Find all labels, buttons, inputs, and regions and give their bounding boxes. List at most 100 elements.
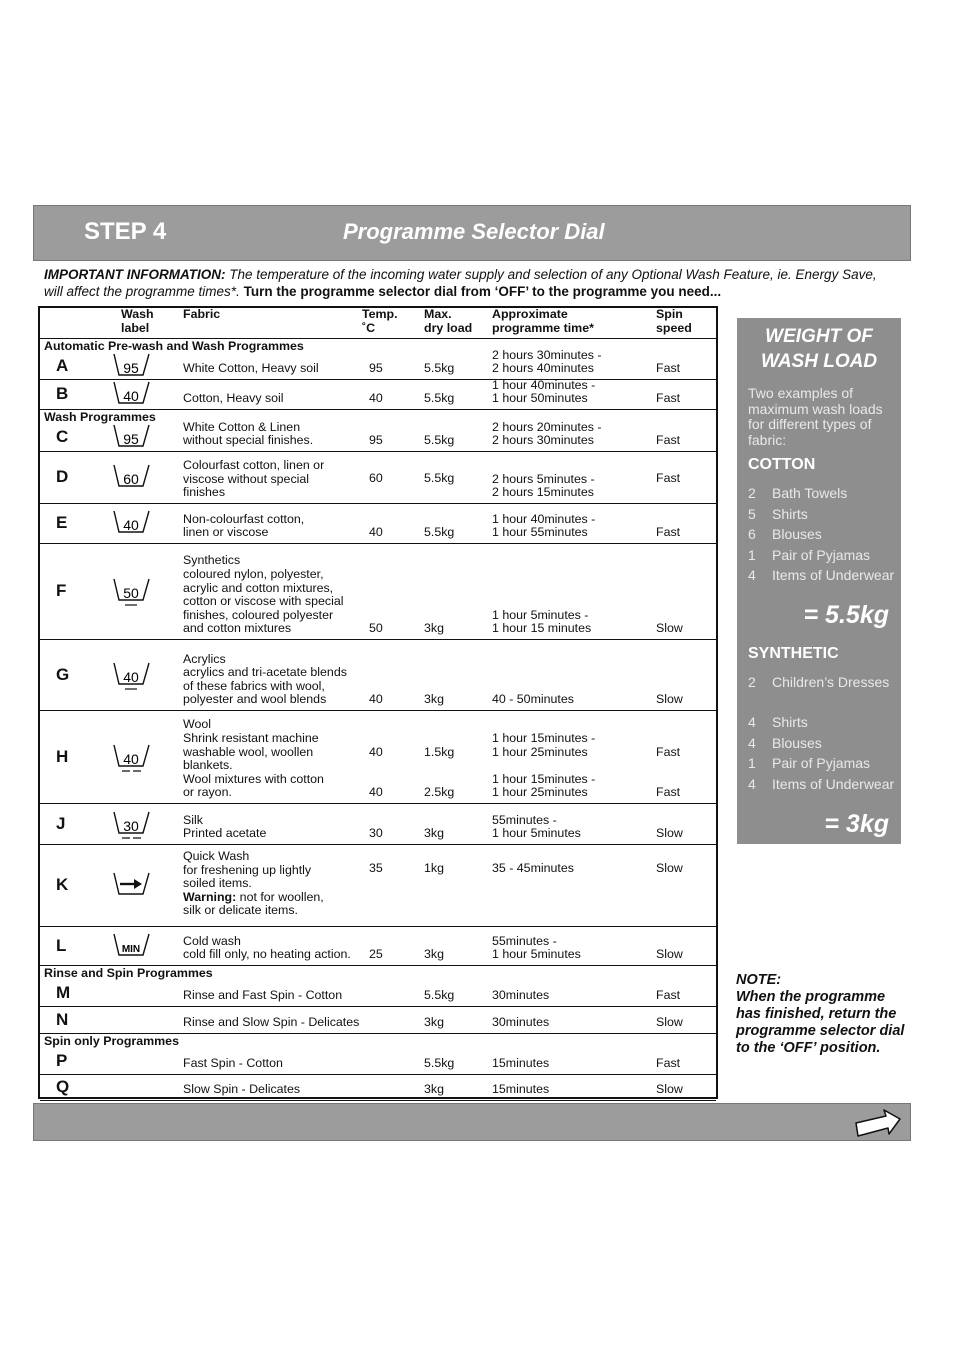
group-heading: SYNTHETIC [748,645,839,662]
spin-cell: Slow [656,621,683,636]
time-cell: 40 - 50minutes [492,692,574,707]
item-qty: 2 [748,485,756,501]
load-cell: 5.5kg [424,433,455,448]
item-label: Items of Underwear [772,567,895,583]
svg-text:95: 95 [123,360,139,376]
programme-letter: C [56,427,69,446]
item-qty: 4 [748,775,756,792]
programme-letter: G [56,664,70,684]
item-qty: 6 [748,526,756,542]
footer-bar [33,1103,911,1141]
programme-letter: L [56,935,67,955]
svg-text:50: 50 [123,585,139,601]
group-heading: COTTON [748,456,816,473]
load-cell: 3kg [424,826,444,841]
load-cell: 3kg [424,621,444,636]
table-row: Automatic Pre-wash and Wash Programmes A 9… [40,339,716,380]
table-row: E 40 Non-colourfast cotton, linen or visco… [40,504,716,544]
time-cell: 2 hours 20minutes - 2 hours 30minutes [492,419,602,448]
programme-letter: M [56,982,71,1002]
section-label: Rinse and Spin Programmes [44,966,213,980]
time-cell: 1 hour 15minutes - 1 hour 25minutes 1 ho… [492,731,596,800]
programme-letter: P [56,1050,68,1070]
arrow-right-outline-icon[interactable] [852,1106,904,1140]
item-label: Shirts [772,714,808,730]
fabric-cell: Rinse and Fast Spin - Cotton [183,988,343,1003]
time-cell: 55minutes - 1 hour 5minutes [492,933,581,962]
table-row: D 60 Colourfast cotton, linen or viscose w… [40,452,716,504]
fabric-cell: White Cotton & Linen without special fin… [183,419,314,448]
warning-label: Warning: [183,889,237,904]
spin-cell: Fast [656,988,681,1003]
temp-cell: 95 [369,361,383,376]
programme-letter: E [56,513,68,532]
table-row: Spin only Programmes P Fast Spin - Cotton 5… [40,1034,716,1075]
programme-letter: J [56,813,66,833]
fabric-cell: Cotton, Heavy soil [183,391,284,406]
fabric-cell: Silk Printed acetate [183,812,267,841]
item-qty: 5 [748,505,756,522]
section-title: Programme Selector Dial [343,219,605,244]
temp-cell: 40 [369,391,383,406]
time-cell: 2 hours 30minutes - 2 hours 40minutes [492,347,602,376]
time-cell: 30minutes [492,1015,550,1030]
programme-letter: Q [56,1077,70,1096]
col-time: Approximate programme time* [492,307,594,335]
time-cell: 15minutes [492,1056,550,1071]
svg-text:MIN: MIN [122,944,140,955]
spin-cell: Fast [656,361,681,376]
col-wash-label: Wash label [121,307,154,335]
table-row: Q Slow Spin - Delicates 3kg 15minutes Slow [40,1075,716,1101]
quick-wash-tub-icon [112,870,152,909]
spin-cell: Fast [656,1056,681,1071]
table-row: G 40 Acrylics acrylics and tri-acetate ble… [40,640,716,711]
spin-cell: Fast [656,525,681,540]
temp-cell: 40 [369,525,383,540]
temp-cell: 40 [369,692,383,707]
panel-intro: Two examples of maximum wash loads for d… [748,385,883,448]
table-row: F 50 Synthetics coloured nylon, polyester,… [40,544,716,640]
temp-cell: 95 [369,433,383,448]
section-label: Spin only Programmes [44,1034,179,1048]
table-row: K Quick Wash for freshening up lightly so… [40,845,716,927]
spin-cell: Slow [656,1015,683,1030]
wash-tub-icon: 50 [112,576,152,615]
spin-cell: Slow [656,1082,683,1097]
fabric-text: Quick Wash for freshening up lightly soi… [183,849,312,891]
item-label: Blouses [772,734,822,751]
section-label: Automatic Pre-wash and Wash Programmes [44,339,304,353]
fabric-cell: Fast Spin - Cotton [183,1056,283,1071]
temp-cell: 30 [369,826,383,841]
panel-title: WEIGHT OF WASH LOAD [760,326,878,372]
temp-cell: 40 40 [369,744,383,800]
note-text: When the programme has finished, return … [736,989,905,1056]
load-cell: 1.5kg 2.5kg [424,744,455,800]
time-cell: 35 - 45minutes [492,861,574,875]
item-label: Shirts [772,505,808,522]
programme-letter: N [56,1009,69,1029]
svg-text:95: 95 [123,431,139,447]
item-qty: 1 [748,546,756,563]
spin-cell: Slow [656,826,683,841]
col-fabric: Fabric [183,307,221,321]
item-label: Items of Underwear [772,775,895,792]
time-cell: 1 hour 5minutes - 1 hour 15 minutes [492,607,592,636]
col-temp: Temp. ˚C [362,307,398,335]
spin-cell: Fast [656,471,681,486]
item-qty: 2 [748,674,756,690]
item-label: Children’s Dresses [772,674,890,690]
load-cell: 3kg [424,692,444,707]
table-row: Rinse and Spin Programmes M Rinse and Fast… [40,966,716,1007]
fabric-cell: Colourfast cotton, linen or viscose with… [183,458,325,500]
spin-cell: Slow [656,861,683,875]
note-label: NOTE: [736,972,782,988]
fabric-cell: Slow Spin - Delicates [183,1082,301,1097]
load-cell: 5.5kg [424,525,455,540]
svg-text:60: 60 [123,471,139,487]
item-qty: 4 [748,734,756,751]
time-cell: 30minutes [492,988,550,1003]
load-cell: 5.5kg [424,1056,455,1071]
load-cell: 5.5kg [424,391,455,406]
wash-tub-icon: 30 [112,809,152,848]
fabric-cell: Wool Shrink resistant machine washable w… [183,717,324,800]
